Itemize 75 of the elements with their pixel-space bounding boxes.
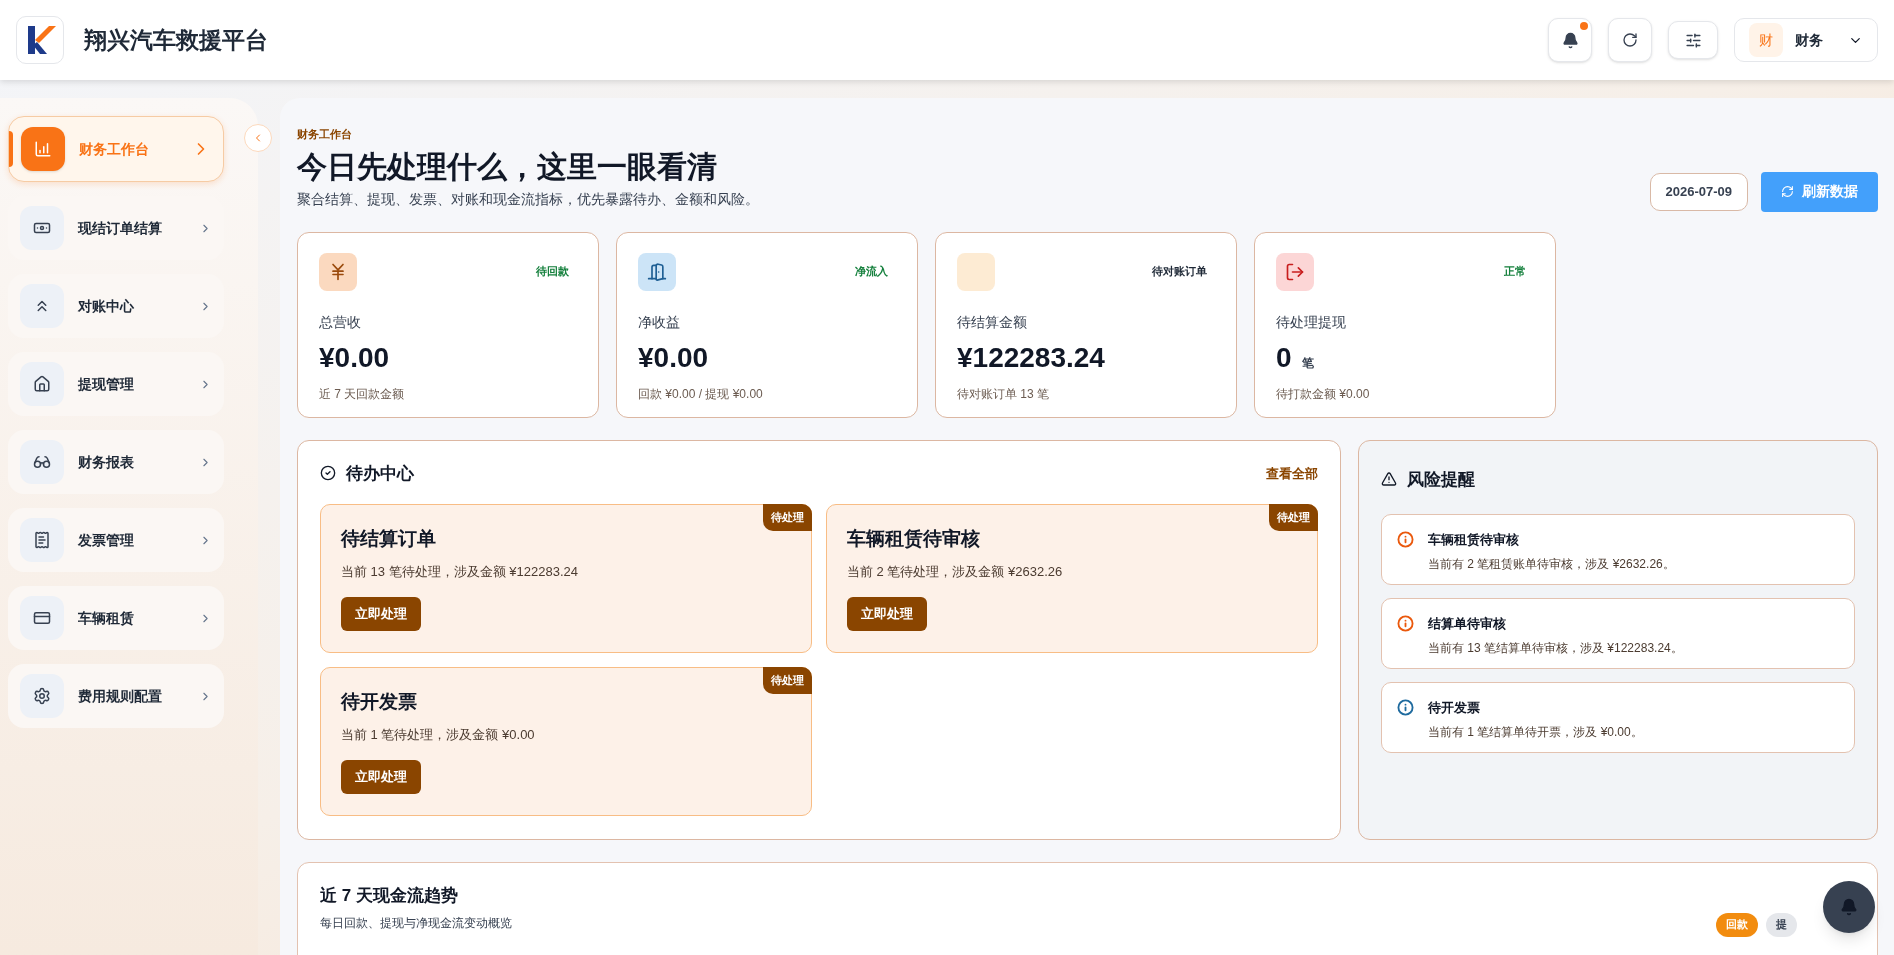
stat-note: 近 7 天回款金额 xyxy=(319,385,406,403)
user-name: 财务 xyxy=(1795,30,1823,50)
sidebar-item[interactable]: 提现管理 xyxy=(8,352,224,416)
active-marker xyxy=(9,131,13,167)
trend-subtitle: 每日回款、提现与净现金流变动概览 xyxy=(320,915,512,932)
glasses-icon xyxy=(33,453,51,471)
view-all-link[interactable]: 查看全部 xyxy=(1266,463,1318,483)
warning-icon xyxy=(1381,471,1397,488)
settings-button[interactable] xyxy=(1668,21,1718,59)
gear-icon xyxy=(33,687,51,705)
sidebar-item[interactable]: 发票管理 xyxy=(8,508,224,572)
bell-icon xyxy=(1840,897,1858,916)
page-title: 今日先处理什么，这里一眼看清 xyxy=(297,148,718,185)
pending-badge: 待处理 xyxy=(763,504,812,531)
house-icon xyxy=(33,375,51,393)
todo-card-title: 待开发票 xyxy=(341,690,418,714)
page-subtitle: 聚合结算、提现、发票、对账和现金流指标，优先暴露待办、金额和风险。 xyxy=(297,189,759,209)
legend-chip[interactable]: 提 xyxy=(1766,912,1797,937)
stat-note: 待对账订单 13 笔 xyxy=(957,385,1050,403)
page-eyebrow: 财务工作台 xyxy=(297,127,353,142)
stat-label: 待处理提现 xyxy=(1276,312,1347,332)
door-icon xyxy=(647,261,667,282)
todo-card-title: 待结算订单 xyxy=(341,527,437,551)
stat-value: ¥0.00 xyxy=(638,340,709,375)
stat-status-label: 净流入 xyxy=(855,264,888,280)
process-button[interactable]: 立即处理 xyxy=(341,760,421,794)
pending-badge: 待处理 xyxy=(1269,504,1318,531)
stat-value: ¥0.00 xyxy=(319,340,390,375)
card-icon xyxy=(33,609,51,627)
stat-status-label: 正常 xyxy=(1504,264,1526,280)
stat-unit: 笔 xyxy=(1301,354,1314,372)
stat-label: 待结算金额 xyxy=(957,312,1028,332)
risk-item-text: 当前有 13 笔结算单待审核，涉及 ¥122283.24。 xyxy=(1428,639,1683,657)
risk-item-title: 车辆租赁待审核 xyxy=(1428,531,1520,549)
check-circle-icon xyxy=(320,465,336,482)
risk-item-text: 当前有 1 笔结算单待开票，涉及 ¥0.00。 xyxy=(1428,723,1643,741)
risk-title: 风险提醒 xyxy=(1407,468,1475,491)
bell-icon xyxy=(1561,31,1579,49)
stat-value: ¥122283.24 xyxy=(957,340,1105,375)
refresh-button[interactable] xyxy=(1608,18,1652,62)
user-menu[interactable]: 财 财务 xyxy=(1734,18,1878,62)
risk-item-title: 结算单待审核 xyxy=(1428,615,1507,633)
date-button[interactable]: 2026-07-09 xyxy=(1649,172,1748,211)
exit-icon xyxy=(1285,261,1305,282)
stat-status-label: 待回款 xyxy=(536,264,569,280)
stat-label: 总营收 xyxy=(319,312,362,332)
bar-chart-icon xyxy=(34,140,52,158)
sidebar-item[interactable]: 车辆租赁 xyxy=(8,586,224,650)
floating-bell-button[interactable] xyxy=(1823,880,1875,933)
refresh-icon xyxy=(1622,32,1638,48)
risk-item-title: 待开发票 xyxy=(1428,699,1481,717)
sliders-icon xyxy=(1684,31,1702,49)
todo-title: 待办中心 xyxy=(346,462,414,485)
process-button[interactable]: 立即处理 xyxy=(847,597,927,631)
sidebar-item[interactable]: 费用规则配置 xyxy=(8,664,224,728)
stat-value: 0 xyxy=(1276,340,1292,375)
stat-label: 净收益 xyxy=(638,312,681,332)
todo-card-title: 车辆租赁待审核 xyxy=(847,527,981,551)
user-avatar: 财 xyxy=(1749,23,1783,57)
trend-title: 近 7 天现金流趋势 xyxy=(320,884,459,907)
todo-card-text: 当前 1 笔待处理，涉及金额 ¥0.00 xyxy=(341,725,536,744)
stat-note: 待打款金额 ¥0.00 xyxy=(1276,385,1371,403)
todo-card-text: 当前 2 笔待处理，涉及金额 ¥2632.26 xyxy=(847,562,1064,581)
refresh-icon xyxy=(1781,185,1794,198)
todo-card-text: 当前 13 笔待处理，涉及金额 ¥122283.24 xyxy=(341,562,579,581)
app-title: 翔兴汽车救援平台 xyxy=(84,25,268,55)
process-button[interactable]: 立即处理 xyxy=(341,597,421,631)
stat-icon-tile xyxy=(957,252,995,291)
receipt-icon xyxy=(33,531,51,549)
stat-status-label: 待对账订单 xyxy=(1152,264,1207,280)
notification-button[interactable] xyxy=(1548,18,1592,62)
pending-badge: 待处理 xyxy=(763,667,812,694)
risk-item-text: 当前有 2 笔租赁账单待审核，涉及 ¥2632.26。 xyxy=(1428,555,1675,573)
sidebar-item[interactable]: 财务报表 xyxy=(8,430,224,494)
stat-note: 回款 ¥0.00 / 提现 ¥0.00 xyxy=(638,385,764,403)
